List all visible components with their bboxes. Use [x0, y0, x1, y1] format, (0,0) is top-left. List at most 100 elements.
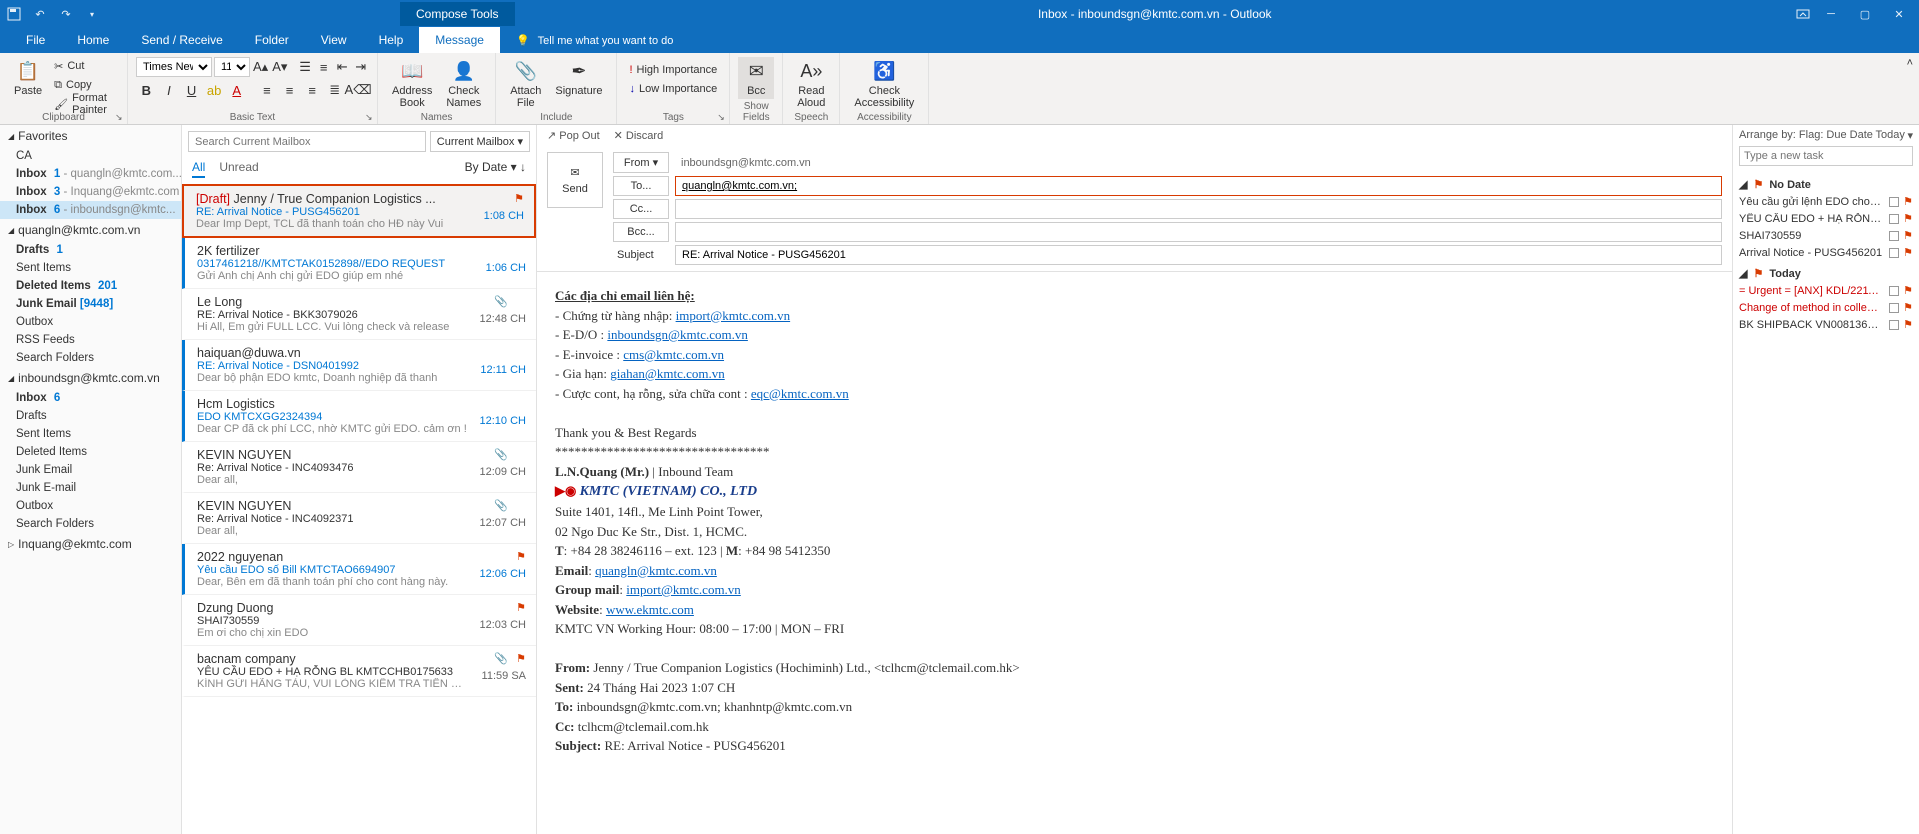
message-item[interactable]: Hcm LogisticsEDO KMTCXGG2324394Dear CP đ…	[182, 391, 536, 442]
attach-file-button[interactable]: 📎Attach File	[504, 57, 547, 111]
link[interactable]: inboundsgn@kmtc.com.vn	[607, 327, 748, 342]
nav-item[interactable]: Inbox 1 - quangln@kmtc.com...	[0, 165, 181, 183]
account-header[interactable]: ▷Inquang@ekmtc.com	[0, 533, 181, 555]
nav-item[interactable]: Sent Items	[0, 425, 181, 443]
collapse-ribbon-icon[interactable]: ˄	[1907, 57, 1913, 69]
nav-item[interactable]: Outbox	[0, 313, 181, 331]
nav-item[interactable]: Deleted Items 201	[0, 277, 181, 295]
justify-icon[interactable]: ≣	[324, 80, 345, 100]
underline-icon[interactable]: U	[181, 80, 202, 100]
pop-out-button[interactable]: ↗ Pop Out	[547, 129, 600, 142]
check-names-button[interactable]: 👤Check Names	[440, 57, 487, 111]
nav-item[interactable]: Outbox	[0, 497, 181, 515]
paste-button[interactable]: 📋 Paste	[8, 57, 48, 99]
search-scope-dropdown[interactable]: Current Mailbox ▾	[430, 131, 530, 152]
checkbox[interactable]	[1889, 214, 1899, 224]
message-item[interactable]: 2K fertilizer0317461218//KMTCTAK0152898/…	[182, 238, 536, 289]
tab-folder[interactable]: Folder	[239, 27, 305, 53]
nav-item[interactable]: Search Folders	[0, 349, 181, 367]
tab-help[interactable]: Help	[363, 27, 420, 53]
nav-item[interactable]: Sent Items	[0, 259, 181, 277]
highlight-icon[interactable]: ab	[204, 80, 225, 100]
nav-item[interactable]: Inbox 6 - inboundsgn@kmtc...	[0, 201, 181, 219]
cc-button[interactable]: Cc...	[613, 199, 669, 219]
tab-home[interactable]: Home	[61, 27, 125, 53]
message-item[interactable]: 📎⚑bacnam companyYÊU CẦU EDO + HẠ RỖNG BL…	[182, 646, 536, 697]
cc-field[interactable]	[675, 199, 1722, 219]
bullets-icon[interactable]: ☰	[297, 57, 314, 77]
qat-dropdown-icon[interactable]: ▾	[84, 6, 100, 22]
sort-dropdown[interactable]: By Date ▾ ↓	[465, 160, 526, 178]
to-button[interactable]: To...	[613, 176, 669, 196]
cut-button[interactable]: ✂Cut	[50, 57, 119, 75]
account-header[interactable]: ◢inboundsgn@kmtc.com.vn	[0, 367, 181, 389]
filter-unread[interactable]: Unread	[219, 160, 258, 178]
task-item[interactable]: Yêu cầu gửi lệnh EDO cho 2 ...⚑	[1739, 193, 1913, 210]
message-item[interactable]: 📎Le LongRE: Arrival Notice - BKK3079026H…	[182, 289, 536, 340]
dialog-launcher-icon[interactable]: ↘	[717, 112, 727, 122]
italic-icon[interactable]: I	[159, 80, 180, 100]
numbering-icon[interactable]: ≡	[315, 57, 332, 77]
link[interactable]: import@kmtc.com.vn	[676, 308, 791, 323]
message-item[interactable]: ⚑Dzung DuongSHAI730559Em ơi cho chị xin …	[182, 595, 536, 646]
nav-item[interactable]: Junk E-mail	[0, 479, 181, 497]
tab-view[interactable]: View	[305, 27, 363, 53]
message-item[interactable]: haiquan@duwa.vnRE: Arrival Notice - DSN0…	[182, 340, 536, 391]
link[interactable]: quangln@kmtc.com.vn	[595, 563, 717, 578]
read-aloud-button[interactable]: A»Read Aloud	[791, 57, 831, 111]
nav-item[interactable]: Inbox 3 - Inquang@ekmtc.com	[0, 183, 181, 201]
discard-button[interactable]: ✕ Discard	[614, 129, 664, 142]
new-task-input[interactable]	[1739, 146, 1913, 166]
task-item[interactable]: SHAI730559⚑	[1739, 227, 1913, 244]
message-body[interactable]: Các địa chỉ email liên hệ: - Chứng từ hà…	[537, 272, 1732, 834]
dialog-launcher-icon[interactable]: ↘	[365, 112, 375, 122]
address-book-button[interactable]: 📖Address Book	[386, 57, 438, 111]
low-importance-button[interactable]: ↓Low Importance	[625, 80, 721, 98]
today-filter[interactable]: Today	[1876, 129, 1905, 142]
message-list[interactable]: ⚑[Draft] Jenny / True Companion Logistic…	[182, 184, 536, 834]
tab-file[interactable]: File	[10, 27, 61, 53]
redo-icon[interactable]: ↷	[58, 6, 74, 22]
font-size-select[interactable]: 11	[214, 57, 250, 77]
bcc-field[interactable]	[675, 222, 1722, 242]
from-button[interactable]: From ▾	[613, 152, 669, 173]
favorites-header[interactable]: ◢Favorites	[0, 125, 181, 147]
filter-all[interactable]: All	[192, 160, 205, 178]
shrink-font-icon[interactable]: A▾	[271, 57, 288, 77]
message-item[interactable]: 📎KEVIN NGUYENRe: Arrival Notice - INC409…	[182, 442, 536, 493]
search-input[interactable]	[188, 131, 426, 152]
nav-item[interactable]: Search Folders	[0, 515, 181, 533]
align-center-icon[interactable]: ≡	[279, 80, 300, 100]
task-item[interactable]: Change of method in collecti...⚑	[1739, 299, 1913, 316]
checkbox[interactable]	[1889, 320, 1899, 330]
tab-message[interactable]: Message	[419, 27, 500, 53]
nav-item[interactable]: Junk Email [9448]	[0, 295, 181, 313]
subject-field[interactable]	[675, 245, 1722, 265]
undo-icon[interactable]: ↶	[32, 6, 48, 22]
link[interactable]: cms@kmtc.com.vn	[623, 347, 724, 362]
tell-me[interactable]: 💡 Tell me what you want to do	[500, 28, 689, 53]
clear-format-icon[interactable]: A⌫	[347, 80, 369, 100]
group-today[interactable]: ◢⚑Today	[1739, 267, 1913, 280]
message-item[interactable]: 📎KEVIN NGUYENRe: Arrival Notice - INC409…	[182, 493, 536, 544]
caret-down-icon[interactable]: ▾	[1907, 129, 1913, 142]
font-select[interactable]: Times New	[136, 57, 212, 77]
task-item[interactable]: BK SHIPBACK VN00813670 / I...⚑	[1739, 316, 1913, 333]
grow-font-icon[interactable]: A▴	[252, 57, 269, 77]
tab-send-receive[interactable]: Send / Receive	[125, 27, 238, 53]
nav-item[interactable]: CA	[0, 147, 181, 165]
task-item[interactable]: YÊU CẦU EDO + HẠ RỖNG BL...⚑	[1739, 210, 1913, 227]
checkbox[interactable]	[1889, 231, 1899, 241]
nav-item[interactable]: Junk Email	[0, 461, 181, 479]
task-item[interactable]: = Urgent = [ANX] KDL/2211S ...⚑	[1739, 282, 1913, 299]
arrange-by[interactable]: Arrange by: Flag: Due Date	[1739, 129, 1873, 142]
account-header[interactable]: ◢quangln@kmtc.com.vn	[0, 219, 181, 241]
checkbox[interactable]	[1889, 303, 1899, 313]
align-right-icon[interactable]: ≡	[302, 80, 323, 100]
task-item[interactable]: Arrival Notice - PUSG456201⚑	[1739, 244, 1913, 261]
bold-icon[interactable]: B	[136, 80, 157, 100]
bcc-button[interactable]: Bcc...	[613, 222, 669, 242]
signature-button[interactable]: ✒Signature	[549, 57, 608, 99]
link[interactable]: www.ekmtc.com	[606, 602, 694, 617]
nav-item[interactable]: RSS Feeds	[0, 331, 181, 349]
